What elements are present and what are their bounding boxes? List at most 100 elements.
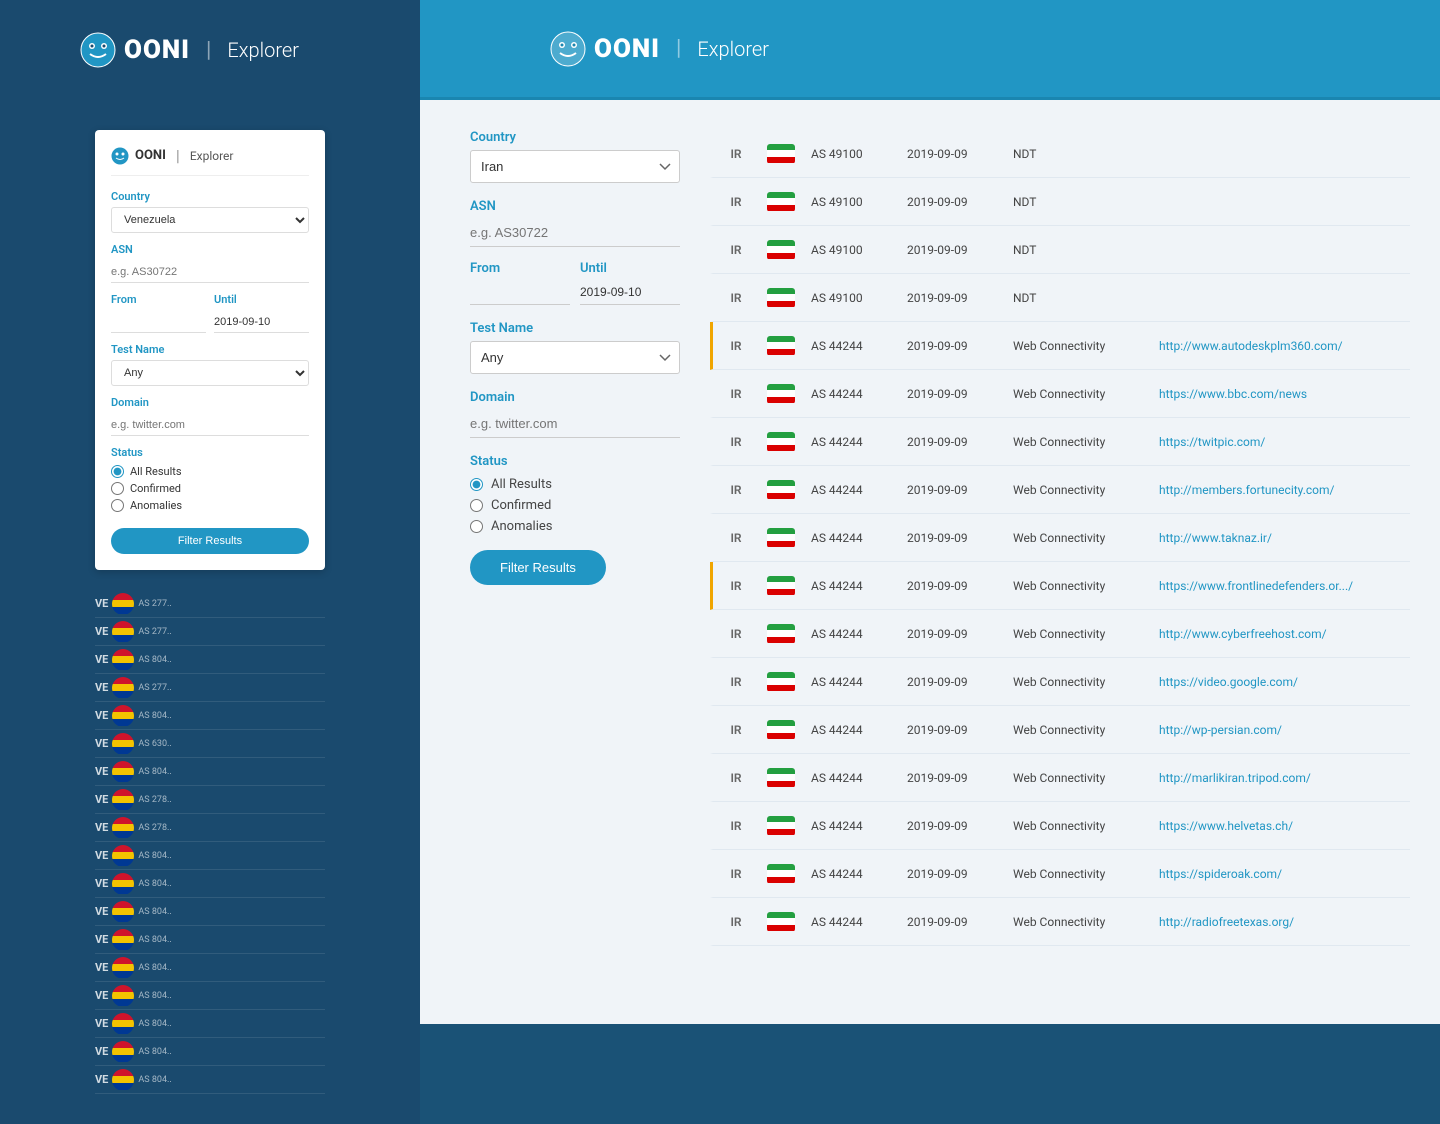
table-row[interactable]: IR AS 44244 2019-09-09 Web Connectivity …: [710, 322, 1410, 370]
main-until-label: Until: [580, 261, 680, 276]
table-row[interactable]: IR AS 44244 2019-09-09 Web Connectivity …: [710, 898, 1410, 946]
iran-flag: [767, 576, 795, 596]
list-item: VE AS 277..: [95, 618, 325, 646]
table-row[interactable]: IR AS 44244 2019-09-09 Web Connectivity …: [710, 370, 1410, 418]
sidebar-logo-ooni: OONI: [135, 148, 166, 163]
sidebar-logo: OONI | Explorer: [111, 146, 309, 176]
sidebar-until-input[interactable]: [214, 312, 309, 333]
list-item: VE AS 804..: [95, 870, 325, 898]
list-item: VE AS 630..: [95, 730, 325, 758]
list-item: VE AS 804..: [95, 758, 325, 786]
table-row[interactable]: IR AS 44244 2019-09-09 Web Connectivity …: [710, 754, 1410, 802]
sidebar-confirmed[interactable]: Confirmed: [111, 482, 309, 495]
sidebar-results-list: VE AS 277.. VE AS 277.. VE AS 804.. VE: [95, 590, 325, 1094]
iran-flag: [767, 864, 795, 884]
logo-ooni-right: OONI: [594, 34, 660, 64]
list-item: VE AS 278..: [95, 814, 325, 842]
main-confirmed[interactable]: Confirmed: [470, 498, 680, 513]
iran-flag: [767, 432, 795, 452]
sidebar-asn-label: ASN: [111, 243, 309, 256]
logo-divider-right: |: [676, 36, 681, 61]
sidebar-until-label: Until: [214, 293, 309, 306]
sidebar: OONI | Explorer Country Venezuela Iran A…: [0, 100, 420, 1124]
table-row[interactable]: IR AS 44244 2019-09-09 Web Connectivity …: [710, 850, 1410, 898]
main-asn-label: ASN: [470, 199, 680, 214]
list-item: VE AS 804..: [95, 1038, 325, 1066]
sidebar-asn-input[interactable]: [111, 262, 309, 283]
list-item: VE AS 804..: [95, 646, 325, 674]
main-domain-label: Domain: [470, 390, 680, 405]
sidebar-test-select[interactable]: Any NDT Web Connectivity: [111, 360, 309, 386]
list-item: VE AS 804..: [95, 982, 325, 1010]
main-until-input[interactable]: [580, 280, 680, 305]
table-row[interactable]: IR AS 44244 2019-09-09 Web Connectivity …: [710, 610, 1410, 658]
main-from-label: From: [470, 261, 570, 276]
sidebar-country-select[interactable]: Venezuela Iran: [111, 207, 309, 233]
sidebar-country-label: Country: [111, 190, 309, 203]
table-row[interactable]: IR AS 44244 2019-09-09 Web Connectivity …: [710, 802, 1410, 850]
iran-flag: [767, 768, 795, 788]
list-item: VE AS 804..: [95, 898, 325, 926]
sidebar-filter-btn[interactable]: Filter Results: [111, 528, 309, 554]
logo-right[interactable]: OONI | Explorer: [550, 31, 769, 67]
iran-flag: [767, 912, 795, 932]
sidebar-logo-explorer: Explorer: [190, 149, 234, 163]
results-table: IR AS 49100 2019-09-09 NDT IR: [710, 130, 1410, 1094]
logo-explorer-text: Explorer: [227, 38, 299, 62]
table-row[interactable]: IR AS 44244 2019-09-09 Web Connectivity …: [710, 658, 1410, 706]
main-all-results[interactable]: All Results: [470, 477, 680, 492]
table-row[interactable]: IR AS 49100 2019-09-09 NDT: [710, 226, 1410, 274]
ooni-logo-icon-right: [550, 31, 586, 67]
sidebar-status-label: Status: [111, 446, 309, 459]
table-row[interactable]: IR AS 44244 2019-09-09 Web Connectivity …: [710, 514, 1410, 562]
main-asn-input[interactable]: [470, 219, 680, 247]
main-domain-input[interactable]: [470, 410, 680, 438]
ooni-logo-icon: [80, 32, 116, 68]
iran-flag: [767, 480, 795, 500]
main-status-label: Status: [470, 454, 680, 469]
table-row[interactable]: IR AS 49100 2019-09-09 NDT: [710, 178, 1410, 226]
iran-flag: [767, 144, 795, 164]
iran-flag: [767, 720, 795, 740]
sidebar-domain-input[interactable]: [111, 415, 309, 436]
right-panel: Country Iran Venezuela ASN From Until Te…: [420, 100, 1440, 1124]
main-filter-form: Country Iran Venezuela ASN From Until Te…: [470, 130, 680, 1094]
main-from-input[interactable]: [470, 280, 570, 305]
sidebar-filter-panel: OONI | Explorer Country Venezuela Iran A…: [95, 130, 325, 570]
sidebar-from-input[interactable]: [111, 312, 206, 333]
logo-ooni-text: OONI: [124, 35, 190, 65]
table-row[interactable]: IR AS 44244 2019-09-09 Web Connectivity …: [710, 418, 1410, 466]
sidebar-domain-label: Domain: [111, 396, 309, 409]
sidebar-logo-icon: [111, 147, 129, 165]
main-filter-btn[interactable]: Filter Results: [470, 550, 606, 585]
table-row[interactable]: IR AS 49100 2019-09-09 NDT: [710, 274, 1410, 322]
logo-explorer-right: Explorer: [697, 37, 769, 61]
iran-flag: [767, 384, 795, 404]
header-left: OONI | Explorer: [0, 0, 420, 100]
main-anomalies[interactable]: Anomalies: [470, 519, 680, 534]
iran-flag: [767, 528, 795, 548]
sidebar-anomalies[interactable]: Anomalies: [111, 499, 309, 512]
sidebar-from-label: From: [111, 293, 206, 306]
table-row[interactable]: IR AS 49100 2019-09-09 NDT: [710, 130, 1410, 178]
table-row[interactable]: IR AS 44244 2019-09-09 Web Connectivity …: [710, 562, 1410, 610]
sidebar-all-results[interactable]: All Results: [111, 465, 309, 478]
list-item: VE AS 804..: [95, 1066, 325, 1094]
iran-flag: [767, 672, 795, 692]
list-item: VE AS 804..: [95, 1010, 325, 1038]
list-item: VE AS 804..: [95, 926, 325, 954]
main-country-label: Country: [470, 130, 680, 145]
iran-flag: [767, 336, 795, 356]
logo-left[interactable]: OONI | Explorer: [80, 32, 299, 68]
table-row[interactable]: IR AS 44244 2019-09-09 Web Connectivity …: [710, 706, 1410, 754]
iran-flag: [767, 288, 795, 308]
list-item: VE AS 277..: [95, 590, 325, 618]
list-item: VE AS 278..: [95, 786, 325, 814]
iran-flag: [767, 816, 795, 836]
iran-flag: [767, 624, 795, 644]
table-row[interactable]: IR AS 44244 2019-09-09 Web Connectivity …: [710, 466, 1410, 514]
main-status-group: All Results Confirmed Anomalies: [470, 477, 680, 534]
iran-flag: [767, 240, 795, 260]
main-country-select[interactable]: Iran Venezuela: [470, 150, 680, 183]
main-test-select[interactable]: Any NDT Web Connectivity: [470, 341, 680, 374]
